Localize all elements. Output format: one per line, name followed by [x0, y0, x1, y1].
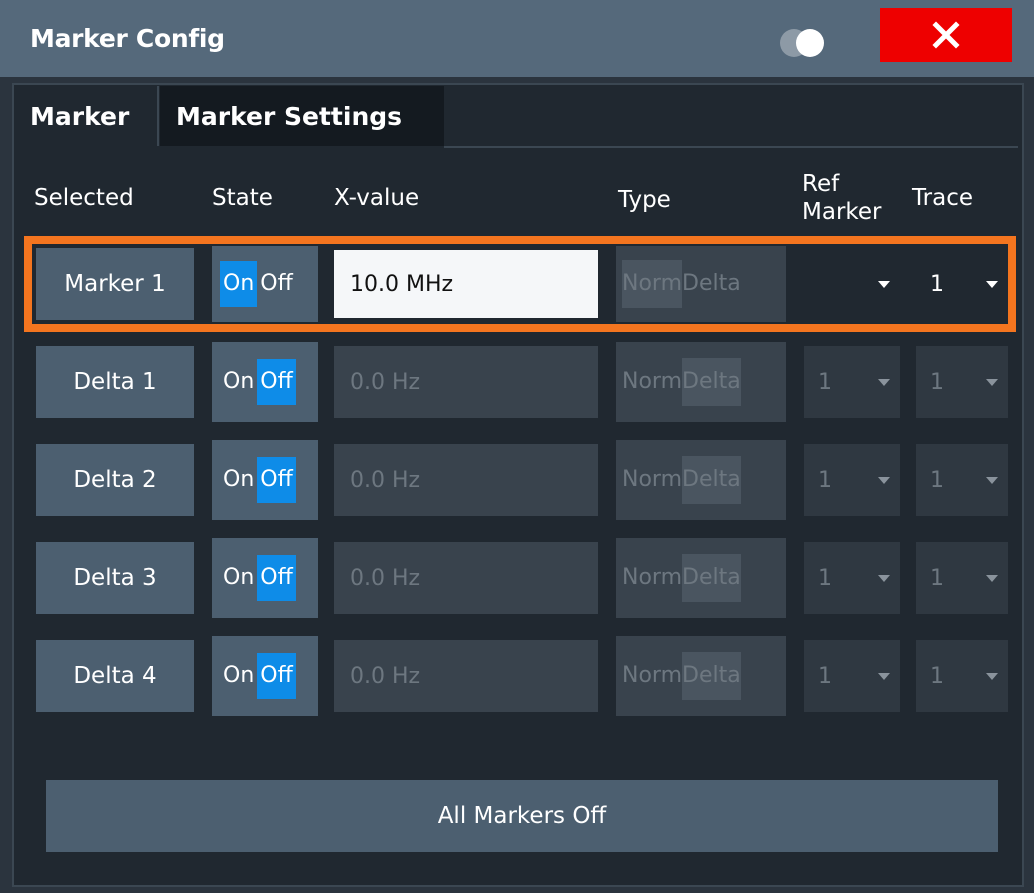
- state-off-label: Off: [257, 457, 296, 503]
- type-norm-label: Norm: [622, 467, 683, 492]
- type-norm-label: Norm: [622, 565, 683, 590]
- marker-1-ref-marker-dropdown[interactable]: [804, 250, 900, 318]
- header-state: State: [212, 185, 273, 211]
- type-delta-label: Delta: [682, 652, 741, 700]
- delta-3-button[interactable]: Delta 3: [36, 542, 194, 614]
- delta-1-state-toggle[interactable]: On Off: [212, 342, 318, 422]
- state-off-label: Off: [257, 653, 296, 699]
- state-on-label: On: [223, 663, 255, 688]
- type-delta-label: Delta: [682, 358, 741, 406]
- delta-2-type-toggle[interactable]: Norm Delta: [616, 440, 786, 520]
- marker-1-trace-dropdown[interactable]: 1: [916, 250, 1008, 318]
- chevron-down-icon: [986, 673, 998, 680]
- chevron-down-icon: [878, 575, 890, 582]
- chevron-down-icon: [986, 281, 998, 288]
- display-toggle-icon[interactable]: [776, 26, 832, 60]
- delta-1-ref-marker-dropdown[interactable]: 1: [804, 346, 900, 418]
- type-delta-label: Delta: [682, 554, 741, 602]
- state-off-label: Off: [257, 359, 296, 405]
- state-off-label: Off: [257, 555, 296, 601]
- marker-1-x-value-input[interactable]: 10.0 MHz: [334, 250, 598, 318]
- delta-4-button[interactable]: Delta 4: [36, 640, 194, 712]
- state-on-label: On: [223, 369, 255, 394]
- type-norm-label: Norm: [622, 260, 683, 308]
- delta-4-state-toggle[interactable]: On Off: [212, 636, 318, 716]
- marker-1-button[interactable]: Marker 1: [36, 248, 194, 320]
- chevron-down-icon: [986, 477, 998, 484]
- chevron-down-icon: [878, 477, 890, 484]
- delta-2-x-value-input[interactable]: 0.0 Hz: [334, 444, 598, 516]
- type-delta-label: Delta: [682, 456, 741, 504]
- header-trace: Trace: [912, 185, 974, 211]
- delta-3-state-toggle[interactable]: On Off: [212, 538, 318, 618]
- all-markers-off-button[interactable]: All Markers Off: [46, 780, 998, 852]
- delta-2-state-toggle[interactable]: On Off: [212, 440, 318, 520]
- close-button[interactable]: [880, 8, 1012, 62]
- chevron-down-icon: [986, 575, 998, 582]
- chevron-down-icon: [878, 673, 890, 680]
- delta-1-x-value-input[interactable]: 0.0 Hz: [334, 346, 598, 418]
- close-icon: [932, 21, 960, 49]
- delta-4-trace-dropdown[interactable]: 1: [916, 640, 1008, 712]
- delta-3-ref-marker-dropdown[interactable]: 1: [804, 542, 900, 614]
- marker-1-type-toggle[interactable]: Norm Delta: [616, 246, 786, 322]
- delta-3-type-toggle[interactable]: Norm Delta: [616, 538, 786, 618]
- type-norm-label: Norm: [622, 663, 683, 688]
- state-on-label: On: [220, 261, 258, 307]
- chevron-down-icon: [878, 379, 890, 386]
- header-x-value: X-value: [334, 185, 420, 211]
- delta-4-x-value-input[interactable]: 0.0 Hz: [334, 640, 598, 712]
- delta-3-x-value-input[interactable]: 0.0 Hz: [334, 542, 598, 614]
- tab-marker-settings[interactable]: Marker Settings: [160, 86, 444, 146]
- state-on-label: On: [223, 467, 255, 492]
- delta-1-button[interactable]: Delta 1: [36, 346, 194, 418]
- delta-2-button[interactable]: Delta 2: [36, 444, 194, 516]
- delta-1-type-toggle[interactable]: Norm Delta: [616, 342, 786, 422]
- chevron-down-icon: [986, 379, 998, 386]
- marker-1-state-toggle[interactable]: On Off: [212, 246, 318, 322]
- dialog-title: Marker Config: [30, 24, 225, 53]
- type-delta-label: Delta: [682, 271, 741, 296]
- delta-2-trace-dropdown[interactable]: 1: [916, 444, 1008, 516]
- delta-4-type-toggle[interactable]: Norm Delta: [616, 636, 786, 716]
- chevron-down-icon: [878, 281, 890, 288]
- delta-2-ref-marker-dropdown[interactable]: 1: [804, 444, 900, 516]
- header-ref-marker: Ref Marker: [802, 171, 882, 225]
- delta-3-trace-dropdown[interactable]: 1: [916, 542, 1008, 614]
- header-selected: Selected: [34, 185, 134, 211]
- type-norm-label: Norm: [622, 369, 683, 394]
- state-off-label: Off: [260, 271, 293, 296]
- state-on-label: On: [223, 565, 255, 590]
- header-type: Type: [618, 187, 671, 213]
- tab-marker[interactable]: Marker: [14, 86, 159, 146]
- delta-4-ref-marker-dropdown[interactable]: 1: [804, 640, 900, 712]
- delta-1-trace-dropdown[interactable]: 1: [916, 346, 1008, 418]
